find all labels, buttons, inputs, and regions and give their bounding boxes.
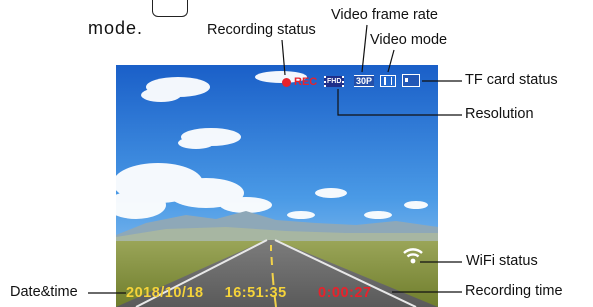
frame-rate-leader (361, 24, 368, 73)
resolution-leader (337, 89, 462, 116)
video-mode-leader (387, 49, 395, 73)
callout-lines (88, 24, 462, 294)
recording-status-leader (281, 39, 286, 76)
